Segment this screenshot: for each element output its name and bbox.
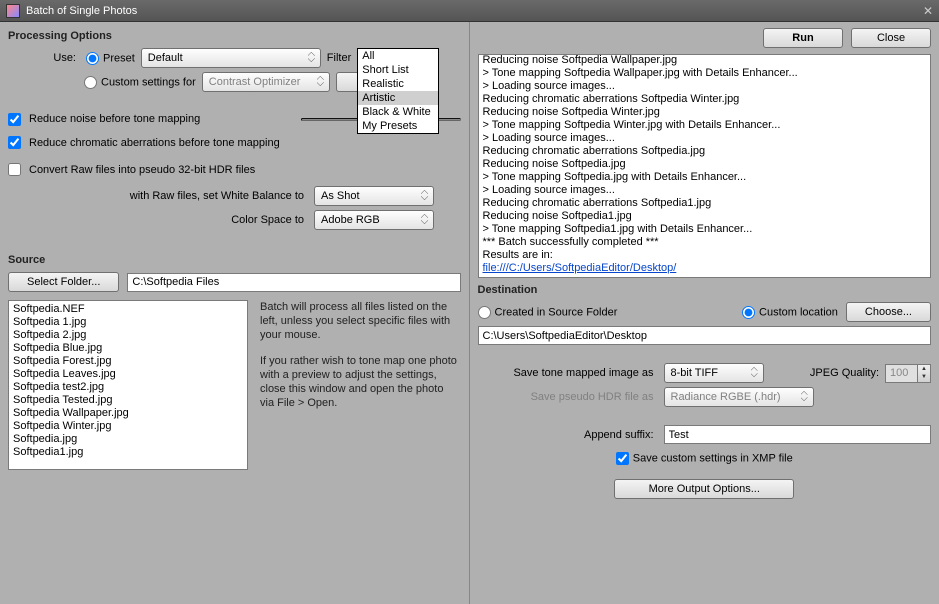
processing-options-heading: Processing Options: [8, 30, 461, 42]
reduce-chroma-label: Reduce chromatic aberrations before tone…: [29, 137, 280, 149]
log-line: > Tone mapping Softpedia.jpg with Detail…: [483, 171, 927, 184]
list-item[interactable]: Softpedia Leaves.jpg: [13, 368, 243, 381]
filter-option[interactable]: Artistic: [358, 91, 438, 105]
log-line: Reducing noise Softpedia Wallpaper.jpg: [483, 54, 927, 67]
list-item[interactable]: Softpedia Wallpaper.jpg: [13, 407, 243, 420]
list-item[interactable]: Softpedia test2.jpg: [13, 381, 243, 394]
log-line: > Loading source images...: [483, 80, 927, 93]
log-line: Reducing chromatic aberrations Softpedia…: [483, 197, 927, 210]
log-line: Reducing chromatic aberrations Softpedia…: [483, 145, 927, 158]
log-line: > Loading source images...: [483, 132, 927, 145]
reduce-noise-checkbox[interactable]: [8, 113, 21, 126]
log-line: > Loading source images...: [483, 184, 927, 197]
window-title: Batch of Single Photos: [26, 5, 923, 17]
log-line: > Tone mapping Softpedia Winter.jpg with…: [483, 119, 927, 132]
filter-option[interactable]: All: [358, 49, 438, 63]
color-space-select[interactable]: Adobe RGB: [314, 210, 434, 230]
source-hint-2: If you rather wish to tone map one photo…: [260, 354, 461, 410]
choose-button[interactable]: Choose...: [846, 302, 931, 322]
custom-location-radio[interactable]: Custom location: [742, 306, 838, 319]
log-line: Results are in:: [483, 249, 927, 262]
white-balance-select[interactable]: As Shot: [314, 186, 434, 206]
append-suffix-input[interactable]: [664, 425, 932, 444]
jpeg-quality-spinner[interactable]: ▲▼: [885, 364, 931, 383]
close-icon[interactable]: ✕: [923, 4, 933, 18]
log-line: Reducing chromatic aberrations Softpedia…: [483, 93, 927, 106]
destination-path-input[interactable]: [478, 326, 932, 345]
convert-raw-checkbox[interactable]: [8, 163, 21, 176]
close-button[interactable]: Close: [851, 28, 931, 48]
preset-select[interactable]: Default: [141, 48, 321, 68]
source-hint-1: Batch will process all files listed on t…: [260, 300, 461, 342]
preset-radio[interactable]: Preset: [86, 52, 135, 65]
filter-option[interactable]: Black & White: [358, 105, 438, 119]
log-output[interactable]: Reducing chromatic aberrations Softpedia…: [478, 54, 932, 278]
list-item[interactable]: Softpedia Winter.jpg: [13, 420, 243, 433]
use-label: Use:: [48, 52, 80, 64]
log-line: > Tone mapping Softpedia1.jpg with Detai…: [483, 223, 927, 236]
save-hdr-label: Save pseudo HDR file as: [478, 391, 658, 403]
save-xmp-checkbox[interactable]: Save custom settings in XMP file: [616, 452, 793, 465]
custom-settings-radio[interactable]: Custom settings for: [84, 76, 196, 89]
log-line: Reducing noise Softpedia.jpg: [483, 158, 927, 171]
list-item[interactable]: Softpedia.jpg: [13, 433, 243, 446]
destination-heading: Destination: [478, 284, 932, 296]
filter-option[interactable]: Short List: [358, 63, 438, 77]
append-suffix-label: Append suffix:: [478, 429, 658, 441]
run-button[interactable]: Run: [763, 28, 843, 48]
filter-dropdown: AllShort ListRealisticArtisticBlack & Wh…: [357, 48, 439, 134]
log-result-link[interactable]: file:///C:/Users/SoftpediaEditor/Desktop…: [483, 262, 927, 275]
list-item[interactable]: Softpedia Forest.jpg: [13, 355, 243, 368]
more-output-options-button[interactable]: More Output Options...: [614, 479, 794, 499]
source-heading: Source: [8, 254, 461, 266]
list-item[interactable]: Softpedia.NEF: [13, 303, 243, 316]
log-line: Reducing noise Softpedia1.jpg: [483, 210, 927, 223]
list-item[interactable]: Softpedia Tested.jpg: [13, 394, 243, 407]
log-line: *** Batch successfully completed ***: [483, 236, 927, 249]
color-space-label: Color Space to: [8, 214, 308, 226]
filter-option[interactable]: Realistic: [358, 77, 438, 91]
select-folder-button[interactable]: Select Folder...: [8, 272, 119, 292]
save-tonemapped-label: Save tone mapped image as: [478, 367, 658, 379]
log-line: > Tone mapping Softpedia Wallpaper.jpg w…: [483, 67, 927, 80]
app-icon: [6, 4, 20, 18]
reduce-chroma-checkbox[interactable]: [8, 136, 21, 149]
source-path-input[interactable]: [127, 273, 460, 292]
save-tonemapped-select[interactable]: 8-bit TIFF: [664, 363, 764, 383]
custom-settings-select[interactable]: Contrast Optimizer: [202, 72, 330, 92]
white-balance-label: with Raw files, set White Balance to: [8, 190, 308, 202]
jpeg-quality-label: JPEG Quality:: [810, 367, 879, 379]
log-line: Reducing noise Softpedia Winter.jpg: [483, 106, 927, 119]
title-bar: Batch of Single Photos ✕: [0, 0, 939, 22]
list-item[interactable]: Softpedia1.jpg: [13, 446, 243, 459]
convert-raw-label: Convert Raw files into pseudo 32-bit HDR…: [29, 164, 255, 176]
filter-label: Filter: [327, 52, 351, 64]
list-item[interactable]: Softpedia Blue.jpg: [13, 342, 243, 355]
reduce-noise-label: Reduce noise before tone mapping: [29, 113, 200, 125]
filter-option[interactable]: My Presets: [358, 119, 438, 133]
created-in-source-radio[interactable]: Created in Source Folder: [478, 306, 618, 319]
list-item[interactable]: Softpedia 1.jpg: [13, 316, 243, 329]
save-hdr-select: Radiance RGBE (.hdr): [664, 387, 814, 407]
list-item[interactable]: Softpedia 2.jpg: [13, 329, 243, 342]
source-file-list[interactable]: Softpedia.NEFSoftpedia 1.jpgSoftpedia 2.…: [8, 300, 248, 470]
